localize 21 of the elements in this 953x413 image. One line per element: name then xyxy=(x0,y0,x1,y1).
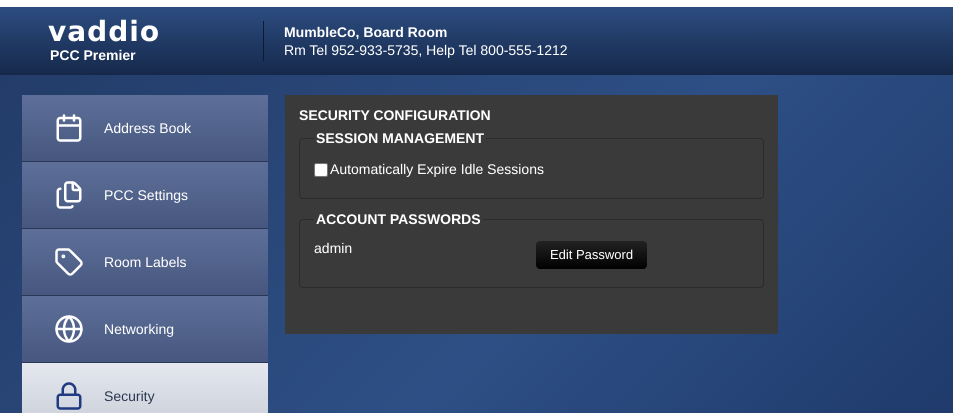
tag-icon xyxy=(54,247,84,277)
logo: vaddio xyxy=(48,18,160,46)
sidebar-item[interactable]: Networking xyxy=(22,296,268,363)
checkbox-label: Automatically Expire Idle Sessions xyxy=(330,160,544,179)
sidebar-item[interactable]: Security xyxy=(22,363,268,413)
panel-title: SECURITY CONFIGURATION xyxy=(299,106,491,125)
globe-icon xyxy=(54,314,84,344)
sidebar-item[interactable]: PCC Settings xyxy=(22,162,268,229)
sidebar-item[interactable]: Room Labels xyxy=(22,229,268,296)
checkbox[interactable] xyxy=(314,162,328,176)
user-name: admin xyxy=(314,239,354,258)
padlock-icon xyxy=(54,381,84,411)
calendar-icon xyxy=(54,113,84,143)
group-title: ACCOUNT PASSWORDS xyxy=(315,210,482,229)
sidebar-item[interactable]: Address Book xyxy=(22,95,268,162)
group-title: SESSION MANAGEMENT xyxy=(315,129,486,148)
documents-icon xyxy=(54,180,84,210)
edit-password-button[interactable]: Edit Password xyxy=(536,241,648,269)
product-name: PCC Premier xyxy=(50,46,136,64)
room-name: MumbleCo, Board Room xyxy=(284,23,448,41)
phone-numbers: Rm Tel 952-933-5735, Help Tel 800-555-1212 xyxy=(284,41,568,59)
